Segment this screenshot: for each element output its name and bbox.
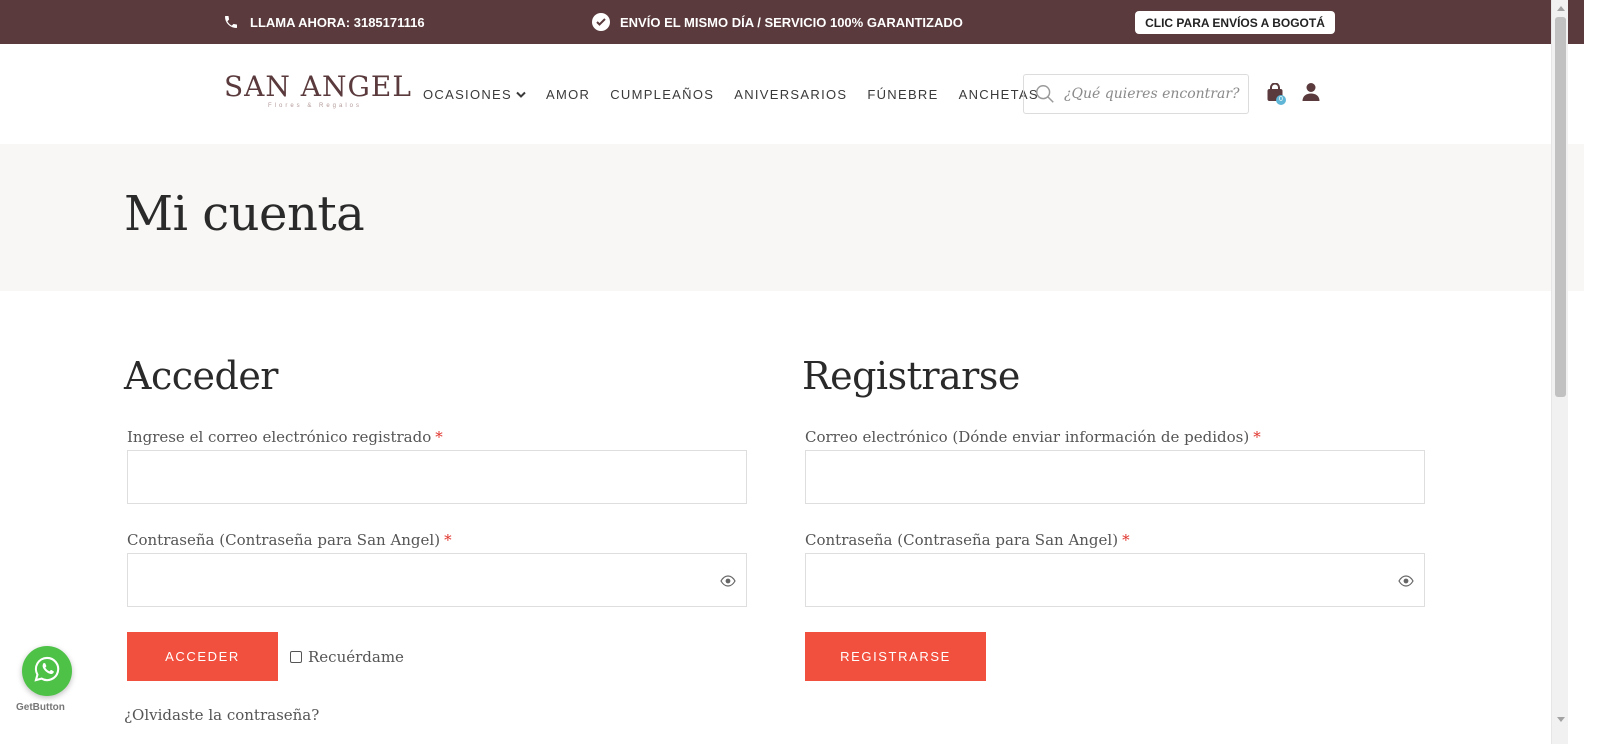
account-button[interactable] <box>1302 82 1320 102</box>
login-email-label: Ingrese el correo electrónico registrado… <box>127 428 443 446</box>
login-email-input[interactable] <box>128 451 746 503</box>
scrollbar-thumb[interactable] <box>1555 17 1566 397</box>
user-icon <box>1302 83 1320 106</box>
register-form: Registrarse Correo electrónico (Dónde en… <box>802 350 1425 681</box>
register-email-input[interactable] <box>806 451 1424 503</box>
required-mark: * <box>1253 428 1261 446</box>
cart-button[interactable]: 0 <box>1266 82 1286 105</box>
scroll-up-icon[interactable] <box>1552 0 1569 16</box>
search-input[interactable] <box>1064 86 1244 102</box>
register-password-input[interactable] <box>806 554 1424 606</box>
whatsapp-button[interactable] <box>22 646 72 696</box>
page-scrollbar[interactable] <box>1551 0 1568 744</box>
logo[interactable]: SAN ANGEL Flores & Regalos <box>224 70 412 114</box>
shipping-info: ENVÍO EL MISMO DÍA / SERVICIO 100% GARAN… <box>592 0 963 44</box>
register-password-label: Contraseña (Contraseña para San Angel) * <box>805 531 1130 549</box>
required-mark: * <box>1122 531 1130 549</box>
site-header: SAN ANGEL Flores & Regalos OCASIONES AMO… <box>0 44 1584 144</box>
chevron-down-icon <box>516 87 526 102</box>
register-heading: Registrarse <box>802 354 1020 398</box>
logo-text: SAN ANGEL <box>224 70 412 103</box>
page-title-band: Mi cuenta <box>0 144 1584 291</box>
required-mark: * <box>444 531 452 549</box>
search-icon[interactable] <box>1034 83 1056 105</box>
remember-checkbox[interactable] <box>290 651 302 663</box>
nav-label: OCASIONES <box>423 86 512 102</box>
forgot-password-link[interactable]: ¿Olvidaste la contraseña? <box>124 706 319 724</box>
register-button[interactable]: REGISTRARSE <box>805 632 986 681</box>
required-mark: * <box>435 428 443 446</box>
remember-label: Recuérdame <box>308 648 404 666</box>
login-password-field <box>127 553 747 607</box>
register-email-field <box>805 450 1425 504</box>
page-title: Mi cuenta <box>124 186 365 242</box>
call-now[interactable]: LLAMA AHORA: 3185171116 <box>222 0 425 44</box>
main-nav: OCASIONES AMOR CUMPLEAÑOS ANIVERSARIOS F… <box>423 44 1059 144</box>
login-password-input[interactable] <box>128 554 746 606</box>
top-bar: LLAMA AHORA: 3185171116 ENVÍO EL MISMO D… <box>0 0 1584 44</box>
logo-subtext: Flores & Regalos <box>267 103 363 109</box>
getbutton-label[interactable]: GetButton <box>16 702 65 713</box>
nav-item-amor[interactable]: AMOR <box>546 87 590 102</box>
cart-count: 0 <box>1276 95 1286 105</box>
shipping-text: ENVÍO EL MISMO DÍA / SERVICIO 100% GARAN… <box>620 14 963 30</box>
check-circle-icon <box>592 13 610 31</box>
search-box <box>1023 74 1249 114</box>
nav-item-aniversarios[interactable]: ANIVERSARIOS <box>734 87 847 102</box>
register-password-field <box>805 553 1425 607</box>
register-email-label: Correo electrónico (Dónde enviar informa… <box>805 428 1261 446</box>
show-password-icon[interactable] <box>1398 572 1414 587</box>
scroll-down-icon[interactable] <box>1552 712 1569 728</box>
nav-item-cumpleanos[interactable]: CUMPLEAÑOS <box>610 87 714 102</box>
bogota-shipping-button[interactable]: CLIC PARA ENVÍOS A BOGOTÁ <box>1135 11 1335 34</box>
whatsapp-icon <box>33 655 61 687</box>
remember-me[interactable]: Recuérdame <box>290 648 404 666</box>
login-button[interactable]: ACCEDER <box>127 632 278 681</box>
nav-item-ocasiones[interactable]: OCASIONES <box>423 87 526 102</box>
call-text: LLAMA AHORA: 3185171116 <box>250 14 425 30</box>
nav-item-funebre[interactable]: FÚNEBRE <box>867 87 938 102</box>
login-email-field <box>127 450 747 504</box>
show-password-icon[interactable] <box>720 572 736 587</box>
login-form: Acceder Ingrese el correo electrónico re… <box>124 350 747 724</box>
login-heading: Acceder <box>124 354 278 398</box>
login-password-label: Contraseña (Contraseña para San Angel) * <box>127 531 452 549</box>
phone-icon <box>222 13 240 31</box>
